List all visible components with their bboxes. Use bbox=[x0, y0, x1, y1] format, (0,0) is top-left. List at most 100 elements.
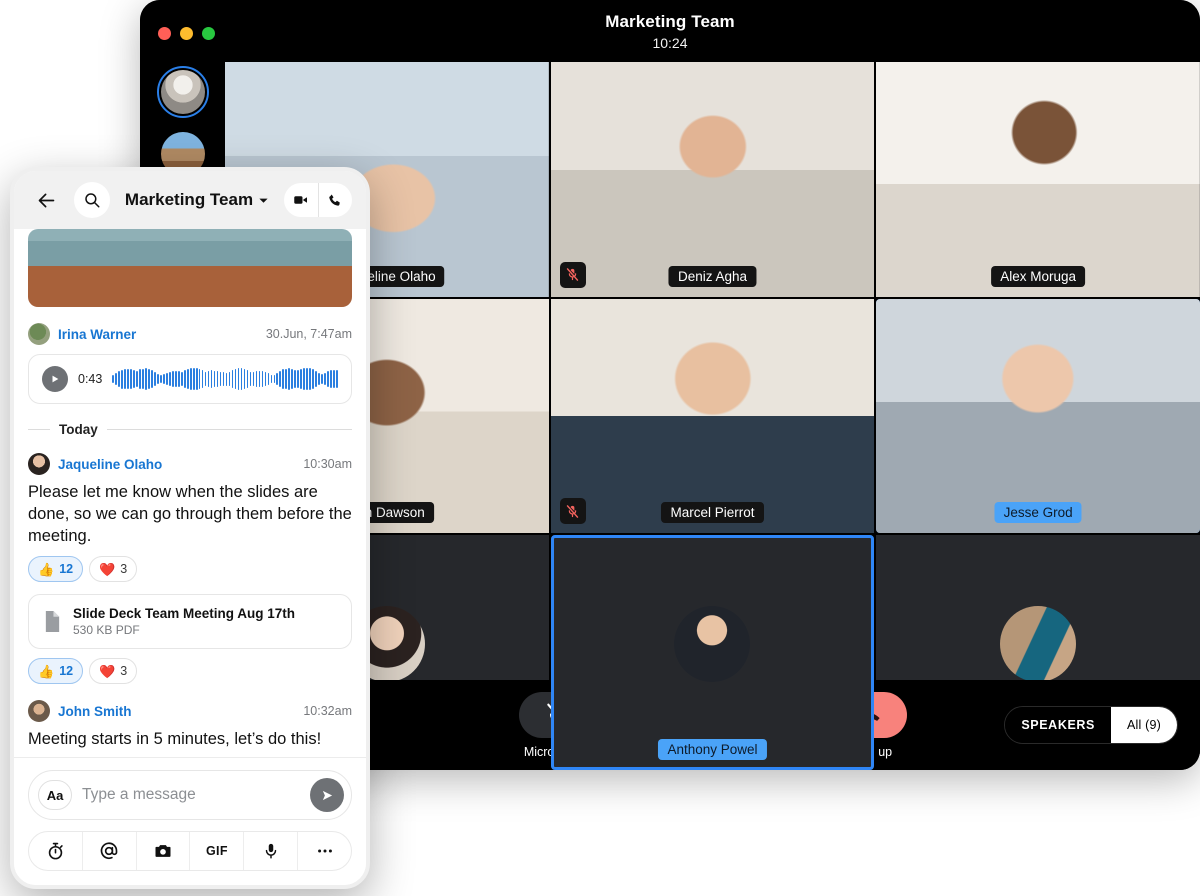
waveform-bar bbox=[282, 369, 285, 389]
waveform-bar bbox=[252, 371, 255, 387]
reaction-chip[interactable]: 👍 12 bbox=[28, 556, 84, 583]
video-grid: Jaqueline Olaho Deniz Agha Alex Moruga K… bbox=[225, 62, 1200, 770]
chevron-down-icon bbox=[259, 198, 268, 203]
waveform-bar bbox=[151, 370, 153, 388]
video-call-button[interactable] bbox=[284, 183, 318, 217]
waveform-bar bbox=[178, 371, 180, 387]
gif-button[interactable]: GIF bbox=[189, 832, 243, 870]
toggle-all[interactable]: All (9) bbox=[1110, 707, 1177, 743]
search-button[interactable] bbox=[74, 182, 110, 218]
waveform-bar bbox=[231, 370, 234, 388]
timer-button[interactable] bbox=[29, 832, 82, 870]
waveform-bar bbox=[118, 370, 120, 388]
more-options-button[interactable] bbox=[297, 832, 351, 870]
video-tile[interactable]: Alex Moruga bbox=[876, 62, 1200, 297]
avatar[interactable] bbox=[28, 700, 50, 723]
reaction-list[interactable]: 👍 12 ❤️ 3 bbox=[28, 556, 352, 583]
composer-toolbar[interactable]: GIF bbox=[28, 831, 352, 871]
timer-icon bbox=[48, 842, 63, 859]
divider-line-left bbox=[28, 429, 50, 430]
message-text: Meeting starts in 5 minutes, let’s do th… bbox=[28, 730, 322, 749]
chat-title[interactable]: Marketing Team bbox=[120, 190, 274, 210]
video-tile-camera-off-active[interactable]: Anthony Powel bbox=[550, 535, 875, 770]
message-author[interactable]: Irina Warner bbox=[58, 327, 136, 342]
call-title: Marketing Team bbox=[605, 12, 735, 31]
mic-off-icon bbox=[559, 498, 586, 525]
format-text-button[interactable]: Aa bbox=[38, 780, 72, 810]
waveform-bar bbox=[133, 370, 135, 388]
participant-avatar bbox=[674, 605, 751, 682]
waveform-bar bbox=[255, 370, 258, 388]
waveform-bar bbox=[273, 375, 276, 383]
video-camera-icon bbox=[294, 196, 307, 204]
app-root: Marketing Team 10:24 Jaqueline Olaho Den… bbox=[0, 0, 1200, 896]
waveform-bar bbox=[240, 368, 243, 390]
reaction-count: 3 bbox=[120, 664, 128, 679]
view-mode-toggle[interactable]: SPEAKERS All (9) bbox=[1004, 706, 1178, 744]
waveform-bar bbox=[315, 371, 317, 387]
message-author[interactable]: Jaqueline Olaho bbox=[58, 457, 162, 472]
text-message: John Smith 10:32am Meeting starts in 5 m… bbox=[28, 700, 352, 757]
waveform-bar bbox=[309, 368, 311, 390]
participant-video bbox=[550, 298, 875, 534]
waveform-bar bbox=[198, 368, 201, 390]
play-button[interactable] bbox=[42, 366, 68, 392]
waveform-bar bbox=[222, 371, 225, 387]
avatar[interactable] bbox=[28, 453, 50, 475]
chat-window: Marketing Team Irina Warner 30.Jun, 7:47… bbox=[10, 167, 370, 889]
mention-button[interactable] bbox=[81, 832, 136, 870]
waveform-bar bbox=[195, 368, 198, 390]
video-tile[interactable]: Deniz Agha bbox=[550, 62, 875, 297]
waveform-bar bbox=[127, 368, 129, 390]
voice-call-button[interactable] bbox=[318, 183, 352, 217]
voice-note-card[interactable]: 0:43 bbox=[28, 354, 352, 404]
waveform[interactable] bbox=[112, 366, 338, 392]
reaction-count: 12 bbox=[59, 664, 74, 679]
message-header: John Smith 10:32am bbox=[28, 700, 352, 723]
rail-avatar-self[interactable] bbox=[156, 66, 209, 118]
back-button[interactable] bbox=[28, 182, 64, 218]
waveform-bar bbox=[258, 370, 261, 388]
waveform-bar bbox=[237, 368, 240, 390]
waveform-bar bbox=[130, 369, 132, 389]
message-list[interactable]: Irina Warner 30.Jun, 7:47am 0:43 Today J… bbox=[14, 229, 366, 757]
message-author[interactable]: John Smith bbox=[58, 704, 132, 719]
participant-name-tag: Jesse Grod bbox=[994, 502, 1082, 524]
participant-avatar bbox=[1000, 605, 1077, 682]
file-attachment-card[interactable]: Slide Deck Team Meeting Aug 17th 530 KB … bbox=[28, 594, 352, 650]
video-tile-active-speaker[interactable]: Jesse Grod bbox=[876, 298, 1200, 534]
avatar[interactable] bbox=[28, 323, 50, 345]
camera-button[interactable] bbox=[135, 832, 190, 870]
video-tile[interactable]: Marcel Pierrot bbox=[550, 298, 875, 534]
chat-call-buttons[interactable] bbox=[284, 183, 352, 217]
send-button[interactable] bbox=[310, 778, 344, 812]
waveform-bar bbox=[183, 370, 186, 388]
toggle-speakers[interactable]: SPEAKERS bbox=[1005, 707, 1111, 743]
waveform-bar bbox=[115, 372, 117, 386]
message-input[interactable] bbox=[82, 786, 300, 804]
photo-message[interactable] bbox=[28, 229, 352, 307]
reaction-chip[interactable]: ❤️ 3 bbox=[89, 658, 138, 685]
waveform-bar bbox=[225, 372, 228, 386]
waveform-bar bbox=[300, 368, 302, 390]
waveform-bar bbox=[336, 370, 338, 388]
message-composer: Aa GIF bbox=[14, 757, 366, 885]
gif-label: GIF bbox=[206, 844, 228, 858]
send-icon bbox=[322, 790, 332, 800]
reaction-chip[interactable]: 👍 12 bbox=[28, 658, 84, 685]
waveform-bar bbox=[285, 368, 288, 390]
call-timer: 10:24 bbox=[652, 35, 688, 51]
microphone-icon bbox=[265, 843, 276, 859]
waveform-bar bbox=[312, 369, 314, 389]
waveform-bar bbox=[318, 373, 320, 385]
waveform-bar bbox=[276, 372, 279, 386]
reaction-list[interactable]: 👍 12 ❤️ 3 bbox=[28, 658, 352, 685]
voice-record-button[interactable] bbox=[243, 832, 297, 870]
message-time: 30.Jun, 7:47am bbox=[265, 327, 352, 341]
message-header: Irina Warner 30.Jun, 7:47am bbox=[28, 323, 352, 345]
composer-input-row[interactable]: Aa bbox=[28, 770, 352, 820]
message-time: 10:30am bbox=[303, 457, 352, 471]
waveform-bar bbox=[204, 371, 207, 387]
reaction-chip[interactable]: ❤️ 3 bbox=[89, 556, 138, 583]
chat-header: Marketing Team bbox=[14, 171, 366, 229]
